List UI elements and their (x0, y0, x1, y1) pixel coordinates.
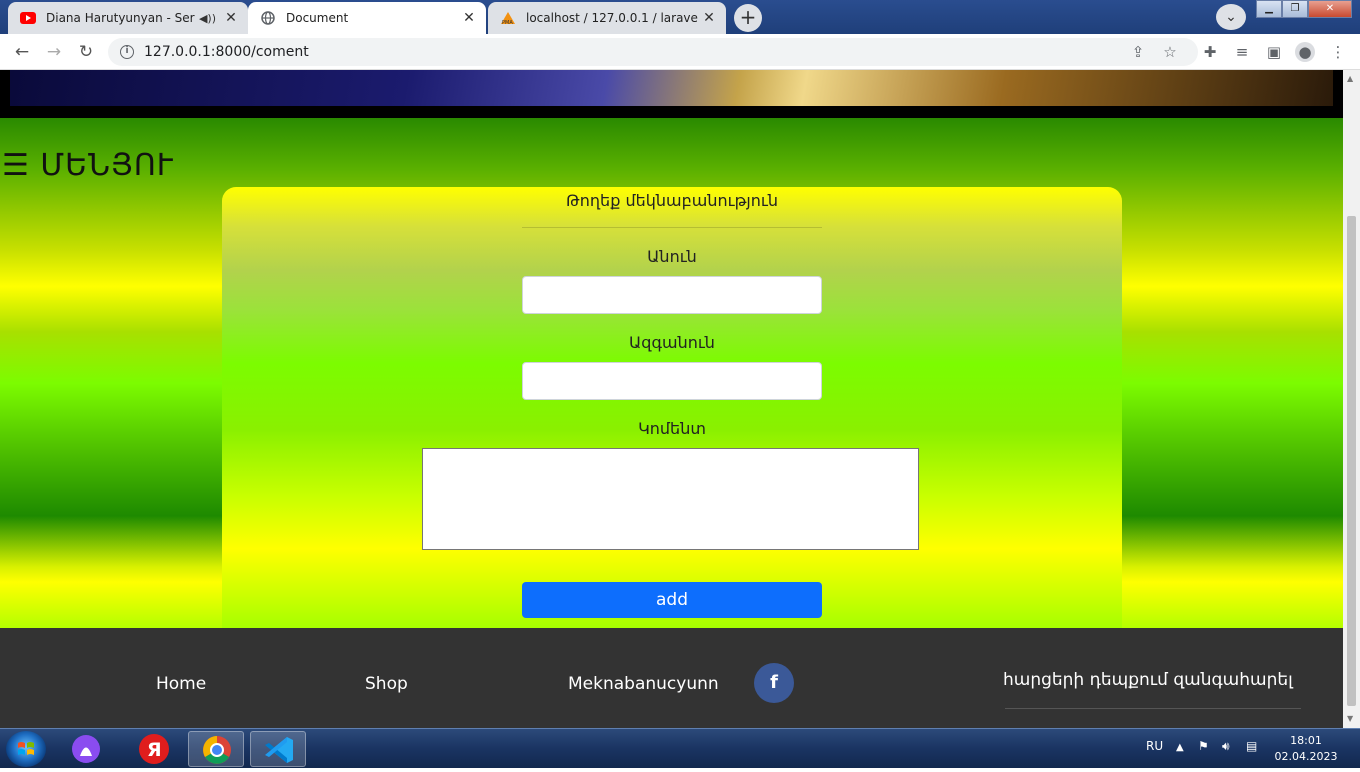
side-panel-icon[interactable]: ▣ (1264, 42, 1284, 62)
close-tab-icon[interactable]: ✕ (698, 10, 720, 26)
footer-contact-text: հարցերի դեպքում զանգահարել (1003, 670, 1293, 690)
footer-link-home[interactable]: Home (156, 674, 206, 694)
scroll-down-arrow-icon[interactable]: ▼ (1347, 714, 1353, 723)
profile-avatar-icon[interactable]: ● (1295, 42, 1315, 62)
surname-input[interactable] (522, 362, 822, 400)
name-label: Անուն (647, 247, 697, 266)
add-button[interactable]: add (522, 582, 822, 618)
youtube-icon (20, 10, 36, 26)
footer-link-meknabanucyunn[interactable]: Meknabanucyunn (568, 674, 719, 694)
tab-search-chevron-icon[interactable]: ⌄ (1216, 4, 1246, 30)
footer-divider (1005, 708, 1301, 709)
footer: Home Shop Meknabanucyunn f հարցերի դեպքո… (0, 628, 1343, 728)
page-background: ☰ ՄԵՆՅՈՒ Թողեք մեկնաբանություն Անուն Ազգ… (0, 118, 1343, 628)
clock-time: 18:01 (1290, 734, 1322, 747)
network-icon[interactable]: ▤ (1246, 739, 1257, 753)
forward-arrow-icon[interactable]: → (42, 40, 66, 64)
close-window-button[interactable]: ✕ (1308, 0, 1352, 18)
header-banner (0, 70, 1343, 118)
extensions-puzzle-icon[interactable]: ✚ (1200, 42, 1220, 62)
audio-playing-icon[interactable]: ◀)) (199, 12, 216, 25)
taskbar-vscode[interactable] (250, 731, 306, 767)
taskbar-alice-app[interactable] (58, 731, 114, 767)
tab-phpmyadmin[interactable]: PMA localhost / 127.0.0.1 / laravel-9 / … (488, 2, 726, 34)
comment-label: Կոմենտ (638, 419, 706, 438)
menu-toggle[interactable]: ☰ ՄԵՆՅՈՒ (2, 148, 174, 183)
start-button[interactable] (6, 731, 46, 767)
menu-kebab-icon[interactable]: ⋮ (1328, 42, 1348, 62)
form-divider (522, 227, 822, 228)
comment-form: Թողեք մեկնաբանություն Անուն Ազգանուն Կոմ… (222, 187, 1122, 628)
name-input[interactable] (522, 276, 822, 314)
restore-window-button[interactable]: ❐ (1282, 0, 1308, 18)
comment-textarea[interactable] (422, 448, 919, 550)
form-title: Թողեք մեկնաբանություն (566, 191, 778, 210)
new-tab-button[interactable]: + (734, 4, 762, 32)
windows-logo-icon (18, 742, 34, 755)
share-icon[interactable]: ⇪ (1128, 42, 1148, 62)
clock-date: 02.04.2023 (1274, 750, 1338, 763)
phpmyadmin-icon: PMA (500, 10, 516, 26)
footer-link-shop[interactable]: Shop (365, 674, 408, 694)
scrollbar-thumb[interactable] (1347, 216, 1356, 706)
svg-text:PMA: PMA (502, 20, 513, 25)
media-queue-icon[interactable]: ≡ (1232, 42, 1252, 62)
page-viewport: ☰ ՄԵՆՅՈՒ Թողեք մեկնաբանություն Անուն Ազգ… (0, 70, 1343, 728)
taskbar-yandex-browser[interactable]: Я (126, 731, 182, 767)
tab-document[interactable]: Document ✕ (248, 2, 486, 34)
site-info-icon[interactable]: i (120, 45, 134, 59)
yandex-icon: Я (139, 734, 169, 764)
banner-image (10, 70, 1333, 106)
language-indicator[interactable]: RU (1146, 739, 1163, 753)
address-url: 127.0.0.1:8000/coment (144, 44, 309, 60)
taskbar-chrome[interactable] (188, 731, 244, 767)
page-scrollbar[interactable]: ▲ ▼ (1343, 70, 1360, 728)
reload-icon[interactable]: ↻ (74, 40, 98, 64)
close-tab-icon[interactable]: ✕ (458, 10, 480, 26)
system-clock[interactable]: 18:01 02.04.2023 (1270, 733, 1342, 765)
scroll-up-arrow-icon[interactable]: ▲ (1347, 74, 1353, 83)
action-center-flag-icon[interactable]: ⚑ (1198, 739, 1209, 753)
tab-youtube[interactable]: Diana Harutyunyan - Serd Sa ◀)) ✕ (8, 2, 248, 34)
globe-icon (260, 10, 276, 26)
svg-text:Я: Я (147, 739, 162, 761)
close-tab-icon[interactable]: ✕ (220, 10, 242, 26)
vscode-icon (265, 737, 293, 763)
back-arrow-icon[interactable]: ← (10, 40, 34, 64)
alice-icon (72, 735, 100, 763)
browser-toolbar: ← → ↻ i 127.0.0.1:8000/coment ⇪ ☆ ✚ ≡ ▣ … (0, 34, 1360, 70)
address-bar[interactable]: i 127.0.0.1:8000/coment (108, 38, 1198, 66)
volume-icon[interactable]: 🔊︎ (1222, 739, 1230, 754)
bookmark-star-icon[interactable]: ☆ (1160, 42, 1180, 62)
browser-tab-bar: Diana Harutyunyan - Serd Sa ◀)) ✕ Docume… (0, 0, 1360, 34)
show-hidden-icons-icon[interactable]: ▲ (1176, 742, 1184, 753)
facebook-icon[interactable]: f (754, 663, 794, 703)
windows-taskbar: Я RU ▲ ⚑ 🔊︎ ▤ 18:01 02.04.2023 (0, 728, 1360, 768)
chrome-icon (203, 736, 231, 764)
surname-label: Ազգանուն (629, 333, 715, 352)
minimize-window-button[interactable]: ▁ (1256, 0, 1282, 18)
